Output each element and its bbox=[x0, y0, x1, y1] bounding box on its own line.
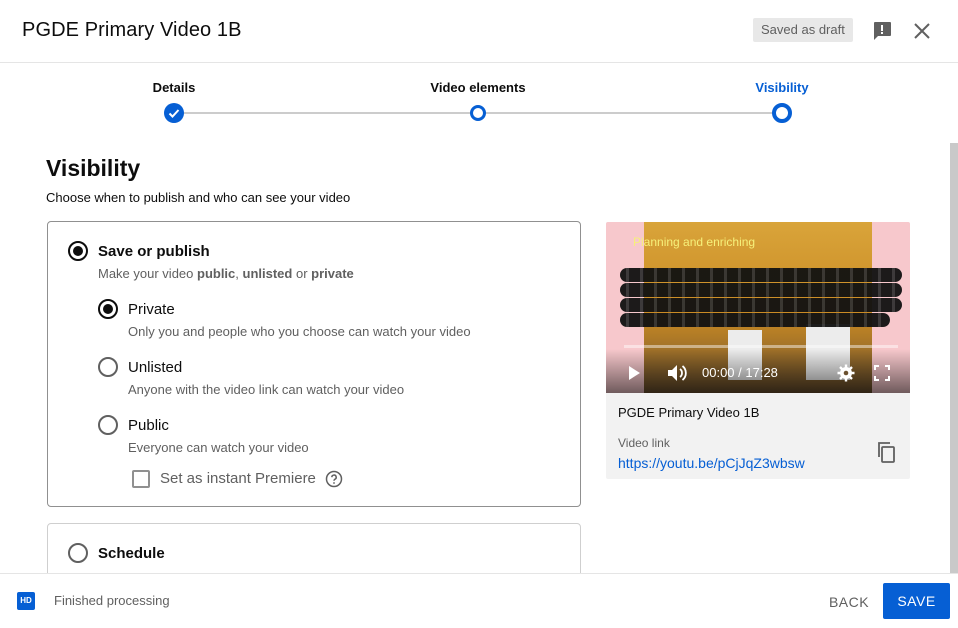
private-radio[interactable] bbox=[98, 299, 118, 319]
visibility-subtitle: Choose when to publish and who can see y… bbox=[46, 190, 351, 205]
step-video-elements-dot[interactable] bbox=[470, 105, 486, 121]
step-visibility-dot[interactable] bbox=[772, 103, 792, 123]
dialog-footer: HD Finished processing BACK SAVE bbox=[0, 573, 958, 628]
unlisted-desc: Anyone with the video link can watch you… bbox=[128, 382, 405, 397]
feedback-icon[interactable] bbox=[870, 19, 894, 43]
step-details-label[interactable]: Details bbox=[153, 80, 196, 95]
help-icon[interactable] bbox=[325, 470, 343, 488]
public-radio[interactable] bbox=[98, 415, 118, 435]
instant-premiere-checkbox[interactable] bbox=[132, 470, 150, 488]
copy-icon[interactable] bbox=[874, 440, 898, 464]
redaction-scribble bbox=[620, 298, 902, 312]
schedule-radio[interactable] bbox=[68, 543, 88, 563]
video-link[interactable]: https://youtu.be/pCjJqZ3wbsw bbox=[618, 455, 805, 471]
step-visibility-label[interactable]: Visibility bbox=[755, 80, 808, 95]
hd-icon: HD bbox=[17, 592, 35, 610]
schedule-label[interactable]: Schedule bbox=[98, 545, 165, 562]
save-button[interactable]: SAVE bbox=[883, 583, 950, 619]
step-video-elements-label[interactable]: Video elements bbox=[430, 80, 525, 95]
volume-icon[interactable] bbox=[666, 363, 688, 383]
dialog-title: PGDE Primary Video 1B bbox=[22, 19, 242, 41]
stepper-line bbox=[174, 112, 478, 114]
settings-gear-icon[interactable] bbox=[837, 364, 855, 382]
dialog-header: PGDE Primary Video 1B Saved as draft bbox=[0, 0, 958, 63]
close-icon[interactable] bbox=[910, 19, 934, 43]
video-link-label: Video link bbox=[618, 436, 670, 450]
draft-status-badge: Saved as draft bbox=[753, 18, 853, 42]
processing-status: Finished processing bbox=[54, 593, 170, 608]
unlisted-label[interactable]: Unlisted bbox=[128, 359, 182, 376]
video-preview-card: Planning and enriching 00:00 / 17:28 PGD… bbox=[606, 222, 910, 479]
redaction-scribble bbox=[620, 268, 902, 282]
video-player[interactable]: Planning and enriching 00:00 / 17:28 bbox=[606, 222, 910, 393]
visibility-heading: Visibility bbox=[46, 155, 141, 181]
save-or-publish-card: Save or publish Make your video public, … bbox=[47, 221, 581, 507]
save-or-publish-desc: Make your video public, unlisted or priv… bbox=[98, 266, 354, 281]
scrollbar-thumb[interactable] bbox=[950, 143, 958, 573]
step-details-check-icon[interactable] bbox=[164, 103, 184, 123]
play-icon[interactable] bbox=[626, 365, 642, 381]
private-label[interactable]: Private bbox=[128, 301, 175, 318]
redaction-scribble bbox=[620, 283, 902, 297]
private-desc: Only you and people who you choose can w… bbox=[128, 324, 471, 339]
public-desc: Everyone can watch your video bbox=[128, 440, 309, 455]
back-button[interactable]: BACK bbox=[820, 585, 878, 620]
save-or-publish-radio[interactable] bbox=[68, 241, 88, 261]
save-or-publish-label[interactable]: Save or publish bbox=[98, 243, 210, 260]
fullscreen-icon[interactable] bbox=[874, 365, 890, 381]
instant-premiere-label[interactable]: Set as instant Premiere bbox=[160, 470, 316, 487]
upload-stepper: Details Video elements Visibility bbox=[0, 64, 958, 134]
player-progress-bar[interactable] bbox=[624, 345, 898, 348]
stepper-line bbox=[478, 112, 782, 114]
video-thumbnail-text: Planning and enriching bbox=[633, 235, 756, 249]
public-label[interactable]: Public bbox=[128, 417, 169, 434]
unlisted-radio[interactable] bbox=[98, 357, 118, 377]
player-time: 00:00 / 17:28 bbox=[702, 365, 778, 380]
redaction-scribble bbox=[620, 313, 890, 327]
video-name: PGDE Primary Video 1B bbox=[618, 405, 760, 420]
